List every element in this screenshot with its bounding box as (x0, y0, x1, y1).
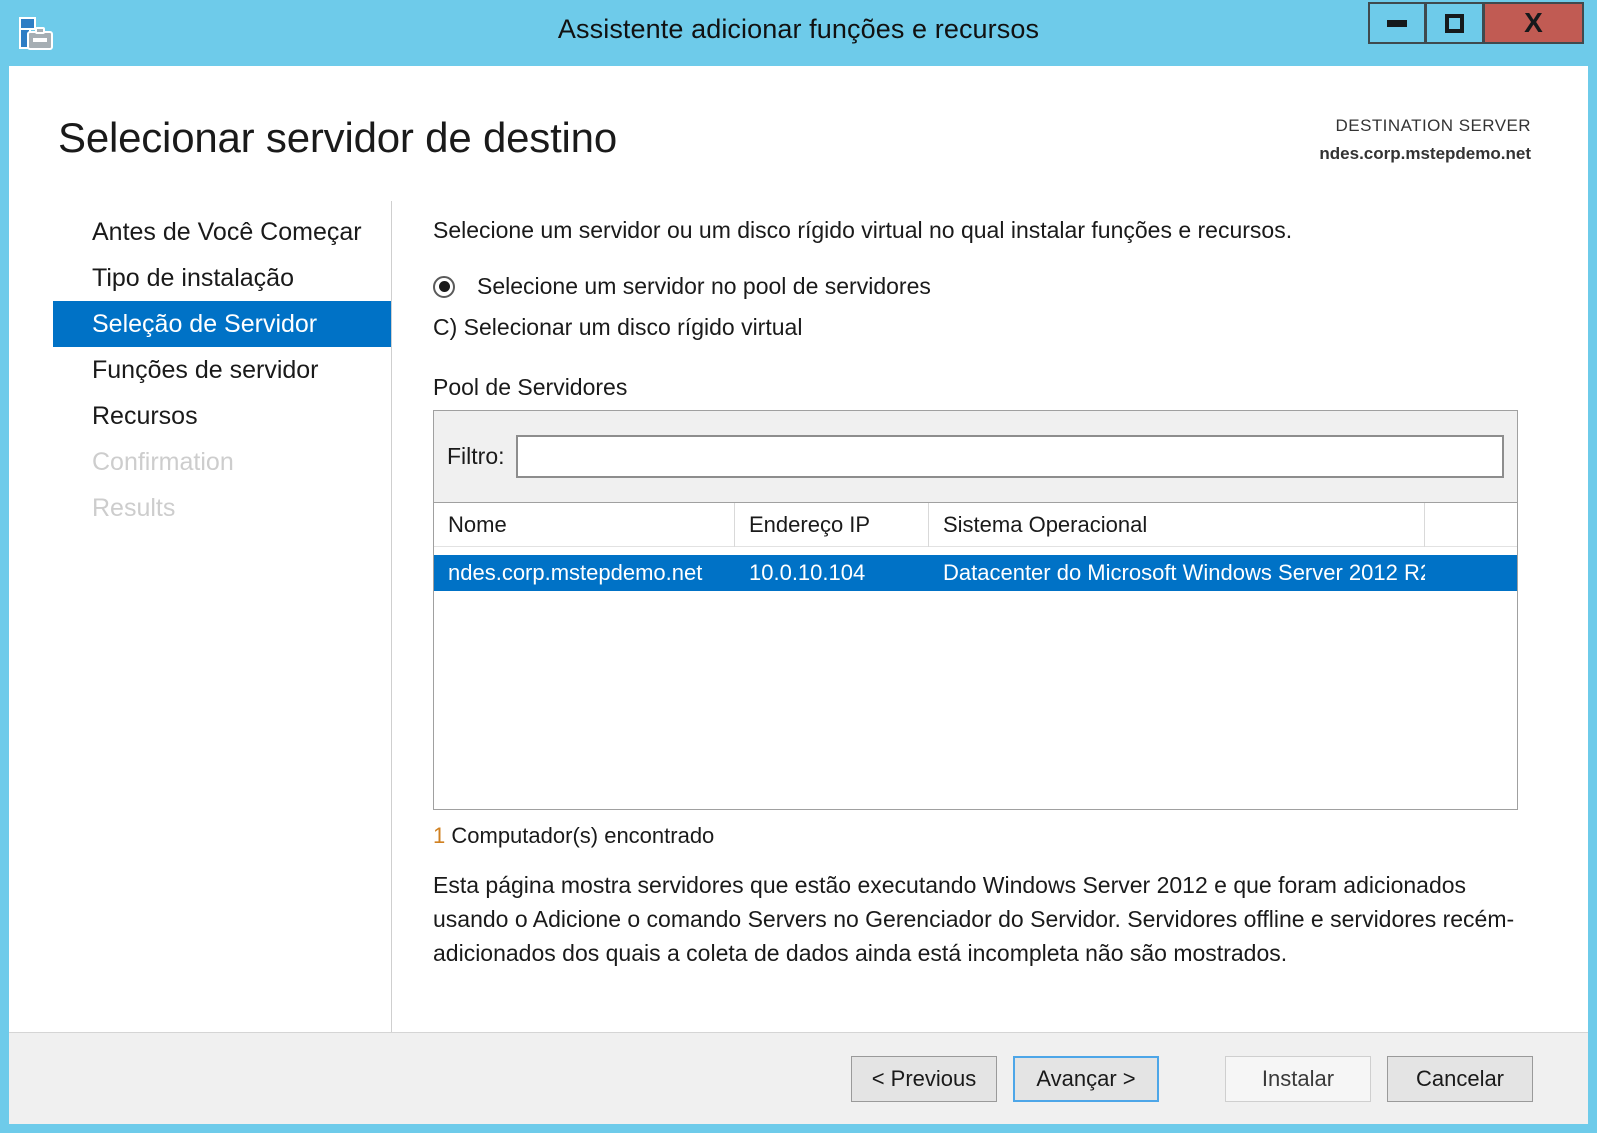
table-row[interactable]: ndes.corp.mstepdemo.net 10.0.10.104 Data… (434, 555, 1517, 591)
sidebar-item-features[interactable]: Recursos (53, 393, 391, 439)
column-header-ip[interactable]: Endereço IP (735, 502, 929, 547)
wizard-window: Assistente adicionar funções e recursos … (0, 0, 1597, 1133)
page-header: Selecionar servidor de destino DESTINATI… (9, 66, 1588, 201)
radio-option-server-pool[interactable]: Selecione um servidor no pool de servido… (433, 273, 1588, 300)
sidebar-item-confirmation: Confirmation (92, 447, 234, 476)
cell-os: Datacenter do Microsoft Windows Server 2… (943, 560, 1425, 585)
sidebar-item-installation-type[interactable]: Tipo de instalação (53, 255, 391, 301)
found-count-number: 1 (433, 823, 446, 848)
server-pool-section-label: Pool de Servidores (433, 374, 628, 400)
cell-name: ndes.corp.mstepdemo.net (448, 560, 703, 585)
column-header-name[interactable]: Nome (434, 502, 735, 547)
found-count-line: 1 Computador(s) encontrado (433, 823, 1588, 849)
sidebar-item-before-you-begin[interactable]: Antes de Você Começar (53, 209, 391, 255)
title-bar: Assistente adicionar funções e recursos … (0, 0, 1597, 66)
column-header-extra[interactable] (1425, 503, 1517, 547)
destination-server-value: ndes.corp.mstepdemo.net (1319, 144, 1531, 163)
body-split: Antes de Você Começar Tipo de instalação… (9, 201, 1588, 1032)
found-count-text: Computador(s) encontrado (451, 823, 715, 848)
server-table: Nome Endereço IP Sistema Operacional nde… (434, 502, 1517, 809)
cancel-button[interactable]: Cancelar (1387, 1055, 1533, 1102)
maximize-button[interactable] (1426, 2, 1484, 44)
column-header-os[interactable]: Sistema Operacional (929, 502, 1425, 547)
next-button[interactable]: Avançar > (1013, 1055, 1159, 1102)
maximize-icon (1445, 13, 1464, 33)
destination-server-label: DESTINATION SERVER (1335, 116, 1531, 135)
close-icon: X (1524, 7, 1543, 38)
close-button[interactable]: X (1484, 2, 1584, 44)
radio-option-virtual-hard-disk[interactable]: C) Selecionar um disco rígido virtual (433, 314, 1588, 341)
radio-selected-icon (433, 275, 455, 298)
radio-option-server-pool-label: Selecione um servidor no pool de servido… (477, 273, 931, 299)
previous-button[interactable]: < Previous (851, 1055, 997, 1102)
page-description: Esta página mostra servidores que estão … (433, 872, 1515, 967)
client-area: Selecionar servidor de destino DESTINATI… (9, 66, 1588, 1124)
sidebar-item-results: Results (92, 493, 176, 522)
intro-text: Selecione um servidor ou um disco rígido… (433, 217, 1293, 243)
server-pool-box: Filtro: Nome Endereço IP Sistema Operaci… (433, 410, 1518, 810)
table-header-row: Nome Endereço IP Sistema Operacional (434, 502, 1517, 547)
install-button[interactable]: Instalar (1225, 1055, 1371, 1102)
cell-ip: 10.0.10.104 (749, 560, 866, 585)
page-title: Selecionar servidor de destino (58, 114, 617, 161)
filter-label: Filtro: (447, 443, 505, 469)
filter-input[interactable] (515, 435, 1504, 478)
wizard-footer: < Previous Avançar > Instalar Cancelar (9, 1032, 1588, 1124)
wizard-nav-sidebar: Antes de Você Começar Tipo de instalação… (53, 201, 392, 1032)
destination-server-block: DESTINATION SERVER ndes.corp.mstepdemo.n… (1319, 116, 1531, 164)
sidebar-item-server-roles[interactable]: Funções de servidor (53, 347, 391, 393)
sidebar-item-server-selection[interactable]: Seleção de Servidor (53, 301, 391, 347)
minimize-icon (1387, 19, 1407, 27)
window-title: Assistente adicionar funções e recursos (557, 14, 1040, 44)
filter-bar: Filtro: (434, 411, 1517, 503)
window-controls: X (1368, 2, 1584, 44)
main-content: Selecione um servidor ou um disco rígido… (392, 201, 1588, 1032)
minimize-button[interactable] (1368, 2, 1426, 44)
